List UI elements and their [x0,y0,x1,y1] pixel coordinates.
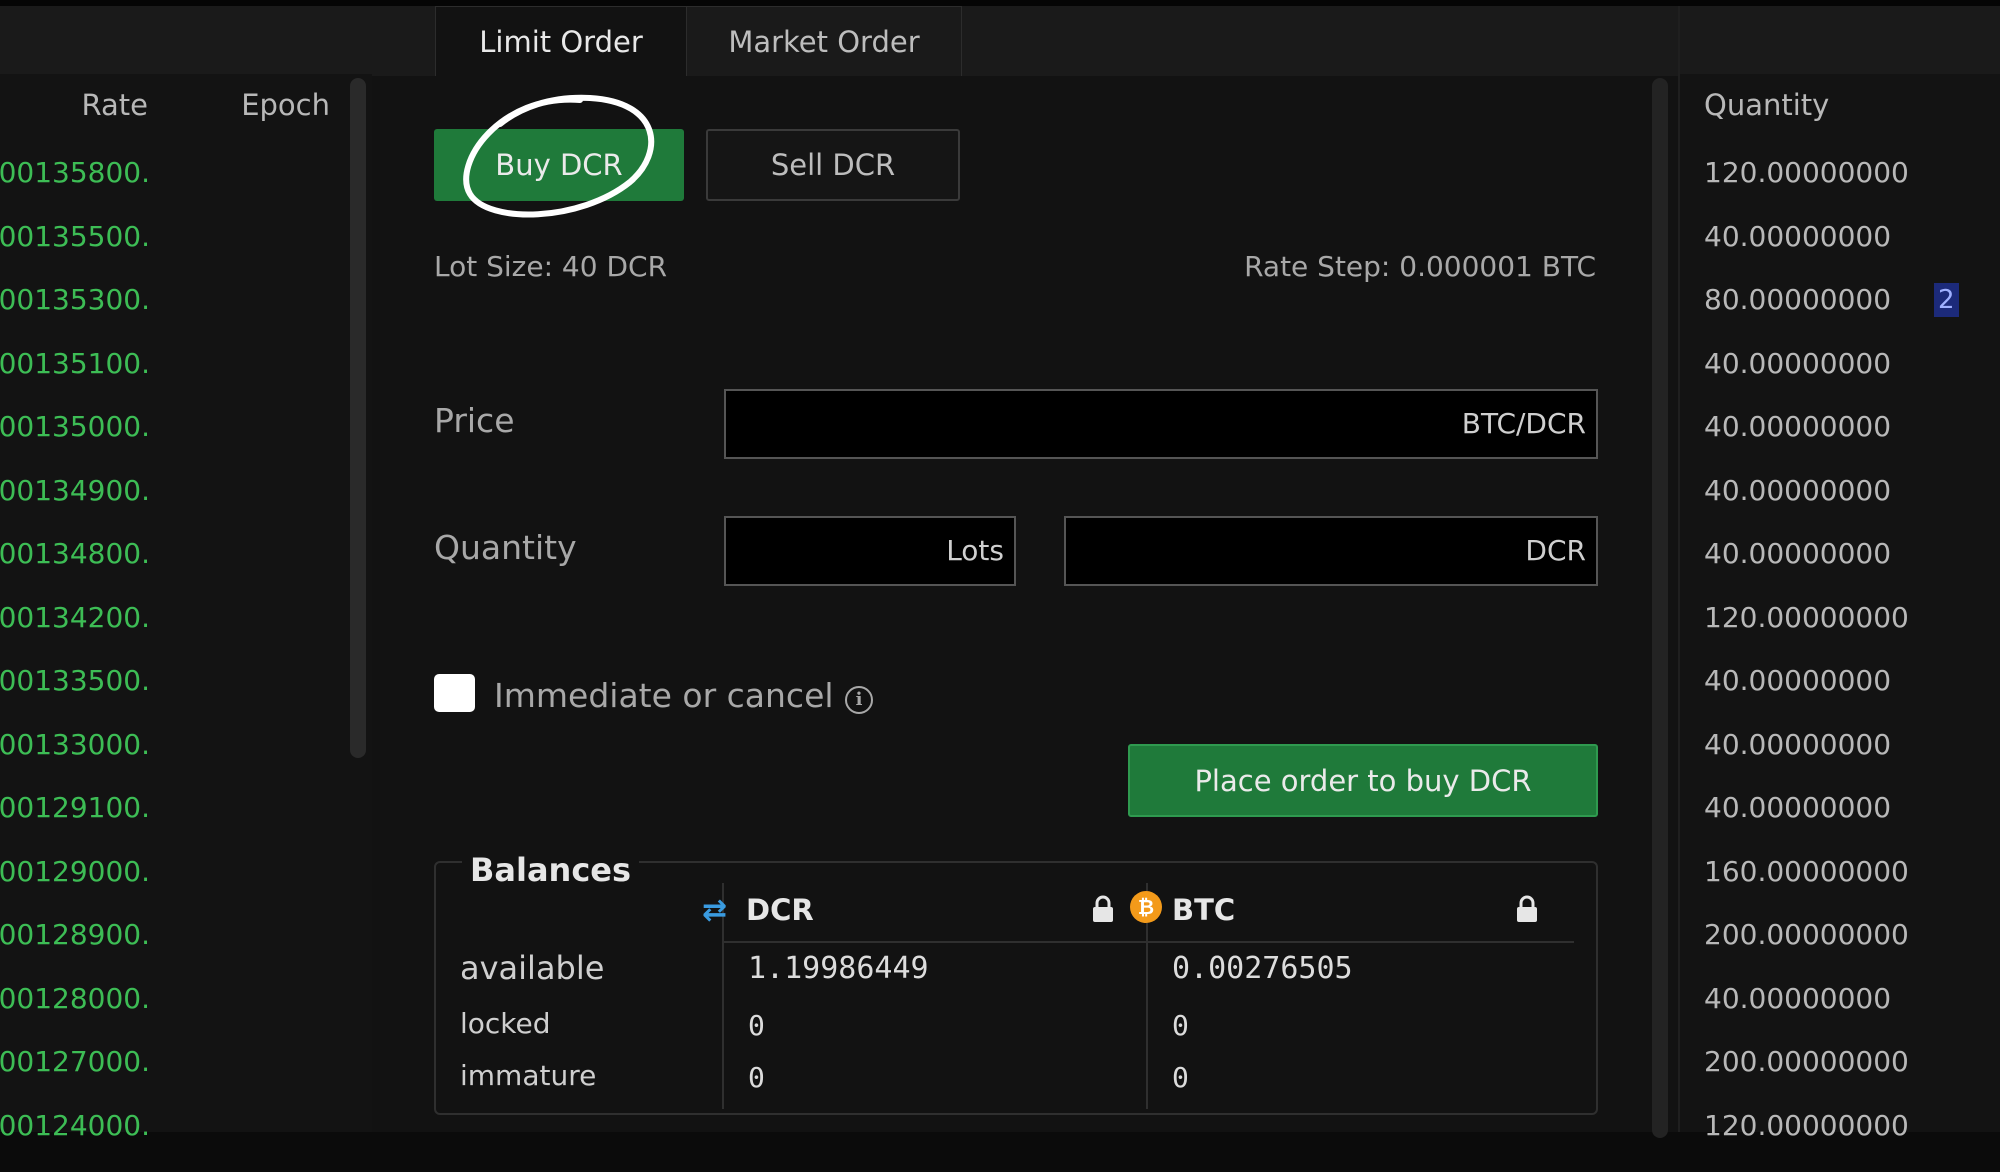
quantity-dcr-field: DCR [1064,516,1598,586]
buy-rate-row[interactable]: .00134200 [0,601,150,665]
immediate-or-cancel-checkbox[interactable] [434,674,475,712]
balances-title: Balances [462,851,639,889]
price-input[interactable] [726,391,1596,457]
sell-quantity-row[interactable]: 120.00000000 [1704,156,1994,220]
rate-list: .00135800.00135500.00135300.00135100.001… [0,156,150,1172]
sell-order-book: Quantity 120.0000000040.0000000080.00000… [1678,6,2000,1132]
sell-dcr-button[interactable]: Sell DCR [706,129,960,201]
bitcoin-logo-icon: ₿ [1130,891,1162,923]
lock-icon[interactable] [1516,895,1538,923]
decred-logo-icon: ⇄ [702,893,727,928]
sell-quantity-row[interactable]: 40.00000000 [1704,982,1994,1046]
sell-quantity-value: 160.00000000 [1704,855,1909,888]
sell-quantity-value: 120.00000000 [1704,601,1909,634]
order-book-header-strip [0,6,372,74]
dcr-available-value: 1.19986449 [748,951,929,986]
sell-quantity-row[interactable]: 120.00000000 [1704,601,1994,665]
sell-quantity-value: 40.00000000 [1704,728,1891,761]
buy-rate-row[interactable]: .00124000 [0,1109,150,1172]
buy-rate-row[interactable]: .00133000 [0,728,150,792]
tab-limit-order[interactable]: Limit Order [435,6,687,76]
buy-rate-row[interactable]: .00135800 [0,156,150,220]
immediate-or-cancel-label: Immediate or cancel [494,676,834,715]
sell-quantity-value: 200.00000000 [1704,918,1909,951]
sell-quantity-row[interactable]: 40.00000000 [1704,474,1994,538]
buy-rate-row[interactable]: .00135000 [0,410,150,474]
tab-market-order[interactable]: Market Order [686,6,962,76]
buy-dcr-button[interactable]: Buy DCR [434,129,684,201]
price-label: Price [434,401,515,440]
buy-rate-row[interactable]: .00129000 [0,855,150,919]
buy-rate-row[interactable]: .00135300 [0,283,150,347]
sell-quantity-row[interactable]: 200.00000000 [1704,918,1994,982]
sell-quantity-value: 40.00000000 [1704,664,1891,697]
sell-quantity-row[interactable]: 80.00000000 2 [1704,283,1994,347]
sell-quantity-row[interactable]: 200.00000000 [1704,1045,1994,1109]
quantity-list: 120.00000000 40.00000000 80.00000000 2 40.00… [1704,156,1994,1172]
sell-quantity-value: 40.00000000 [1704,537,1891,570]
available-row-label: available [460,949,604,987]
dcr-immature-value: 0 [748,1061,765,1094]
sell-quantity-value: 40.00000000 [1704,474,1891,507]
order-type-tabs: Limit Order Market Order [372,6,1678,76]
buy-rate-row[interactable]: .00128900 [0,918,150,982]
buy-book-scrollbar[interactable] [350,78,366,758]
quantity-dcr-input[interactable] [1066,518,1596,584]
balances-table: Balances ⇄ DCR ₿ BTC available 1.1998644… [434,861,1598,1115]
buy-rate-row[interactable]: .00127000 [0,1045,150,1109]
sell-quantity-row[interactable]: 40.00000000 [1704,664,1994,728]
buy-rate-row[interactable]: .00129100 [0,791,150,855]
btc-immature-value: 0 [1172,1061,1189,1094]
buy-rate-row[interactable]: .00135500 [0,220,150,284]
sell-quantity-value: 80.00000000 [1704,283,1891,316]
buy-rate-row[interactable]: .00134800 [0,537,150,601]
btc-available-value: 0.00276505 [1172,951,1353,986]
info-icon[interactable]: i [845,686,873,714]
lots-field: Lots [724,516,1016,586]
lot-size-text: Lot Size: 40 DCR [434,250,667,283]
sell-quantity-value: 40.00000000 [1704,220,1891,253]
quantity-column-header: Quantity [1704,88,1829,122]
balances-header-divider [722,941,1574,943]
sell-quantity-value: 120.00000000 [1704,156,1909,189]
buy-rate-row[interactable]: .00135100 [0,347,150,411]
quantity-label: Quantity [434,528,577,567]
order-book-header-strip [1680,6,2000,74]
sell-quantity-value: 40.00000000 [1704,982,1891,1015]
dcr-locked-value: 0 [748,1009,765,1042]
sell-quantity-row[interactable]: 40.00000000 [1704,728,1994,792]
sell-quantity-row[interactable]: 120.00000000 [1704,1109,1994,1172]
order-form-scrollbar[interactable] [1652,78,1668,1138]
buy-rate-row[interactable]: .00133500 [0,664,150,728]
btc-locked-value: 0 [1172,1009,1189,1042]
sell-quantity-value: 200.00000000 [1704,1045,1909,1078]
sell-quantity-row[interactable]: 40.00000000 [1704,347,1994,411]
order-form-panel: Limit Order Market Order Buy DCR Sell DC… [372,6,1678,1132]
lots-input[interactable] [726,518,1014,584]
sell-quantity-value: 40.00000000 [1704,791,1891,824]
dcr-column-header: DCR [746,893,814,927]
rate-column-header: Rate [82,88,149,122]
immature-row-label: immature [460,1059,596,1092]
btc-column-header: BTC [1172,893,1235,927]
place-order-button[interactable]: Place order to buy DCR [1128,744,1598,817]
sell-quantity-value: 40.00000000 [1704,410,1891,443]
sell-quantity-value: 120.00000000 [1704,1109,1909,1142]
price-field: BTC/DCR [724,389,1598,459]
sell-quantity-row[interactable]: 160.00000000 [1704,855,1994,919]
buy-order-book: Rate Epoch .00135800.00135500.00135300.0… [0,6,372,1132]
sell-quantity-value: 40.00000000 [1704,347,1891,380]
sell-quantity-row[interactable]: 40.00000000 [1704,537,1994,601]
epoch-badge: 2 [1934,283,1959,317]
buy-rate-row[interactable]: .00128000 [0,982,150,1046]
buy-rate-row[interactable]: .00134900 [0,474,150,538]
epoch-column-header: Epoch [241,88,330,122]
sell-quantity-row[interactable]: 40.00000000 [1704,791,1994,855]
locked-row-label: locked [460,1007,551,1040]
sell-quantity-row[interactable]: 40.00000000 [1704,410,1994,474]
sell-quantity-row[interactable]: 40.00000000 [1704,220,1994,284]
lock-icon[interactable] [1092,895,1114,923]
rate-step-text: Rate Step: 0.000001 BTC [1244,250,1596,283]
